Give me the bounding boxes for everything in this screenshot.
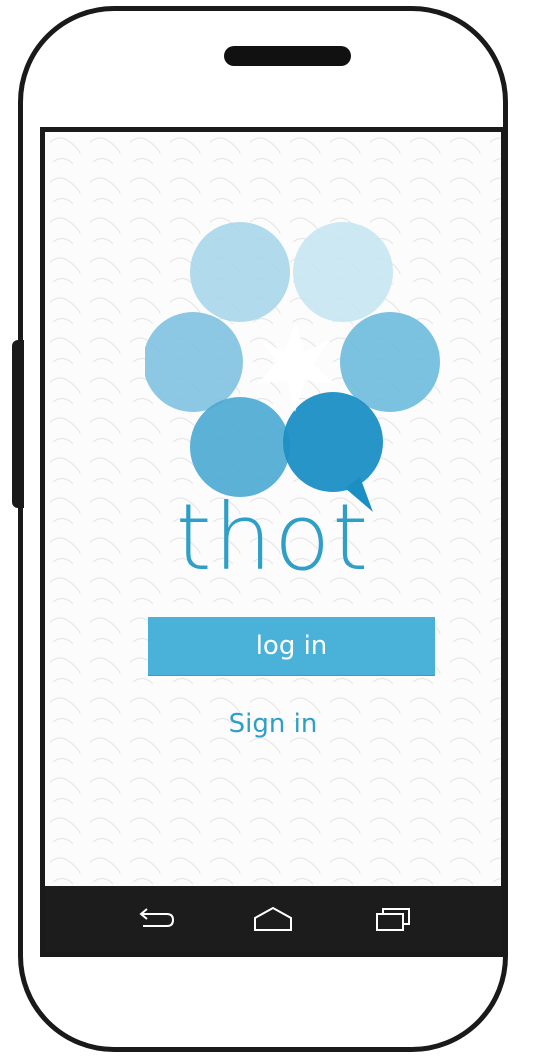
home-icon[interactable]: [233, 886, 313, 952]
phone-speaker: [224, 46, 351, 66]
phone-side-button: [12, 340, 24, 508]
recent-apps-icon[interactable]: [353, 886, 433, 952]
login-button[interactable]: log in: [148, 617, 435, 675]
signin-link[interactable]: Sign in: [45, 709, 501, 739]
thot-logo: [145, 222, 440, 512]
back-icon[interactable]: [115, 886, 195, 952]
android-navbar: [45, 886, 501, 952]
phone-screen: thot log in Sign in: [40, 127, 506, 957]
brand-title: thot: [175, 484, 371, 591]
